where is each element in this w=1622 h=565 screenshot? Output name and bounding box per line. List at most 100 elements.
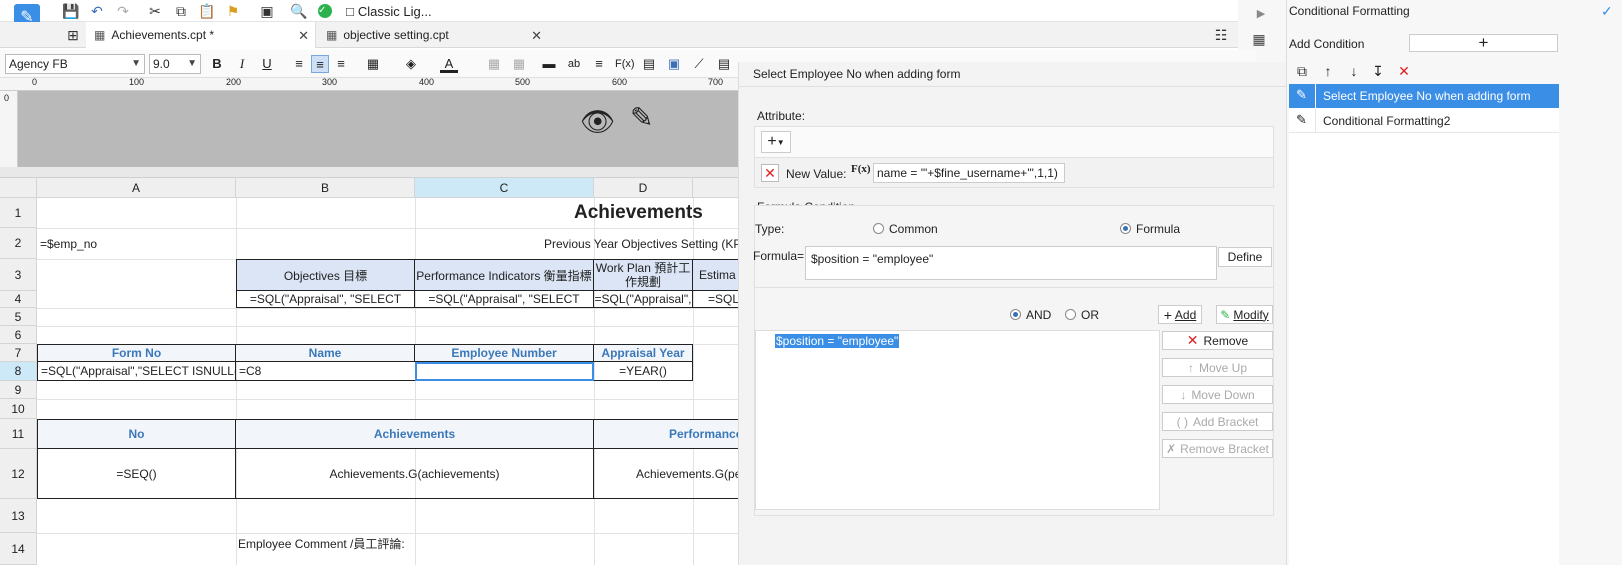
row-header[interactable]: 13 xyxy=(0,499,37,533)
add-bracket-button[interactable]: ( ) Add Bracket xyxy=(1162,412,1273,431)
insert-column-icon[interactable]: ▬ xyxy=(540,55,558,73)
add-condition-button[interactable]: + Add xyxy=(1158,305,1202,324)
remove-condition-button[interactable]: ✕ Remove xyxy=(1162,331,1273,350)
report-title-cell[interactable]: Achievements xyxy=(574,198,760,228)
cell-c3[interactable]: Performance Indicators 衡量指標 xyxy=(415,259,594,291)
cell-b8[interactable]: =C8 xyxy=(236,362,415,381)
condition-item[interactable]: $position = "employee" xyxy=(775,334,900,348)
add-condition-select[interactable]: + xyxy=(1409,33,1558,52)
cell-a11[interactable]: No xyxy=(37,419,236,449)
cell-a8[interactable]: =SQL("Appraisal","SELECT ISNULL( xyxy=(37,362,236,381)
row-header[interactable]: 7 xyxy=(0,344,37,362)
cell-c2[interactable]: Previous Year Objectives Setting (KP xyxy=(544,228,760,259)
classic-theme-button[interactable]: □ Classic Lig... xyxy=(346,3,432,19)
formula-input[interactable]: $position = "employee" xyxy=(805,246,1217,280)
edit-pencil-icon[interactable]: ✎ xyxy=(630,101,653,134)
cell-d12[interactable]: Achievements.G(pe xyxy=(594,449,760,499)
cell-b3[interactable]: Objectives 目標 xyxy=(236,259,415,291)
row-header[interactable]: 6 xyxy=(0,326,37,344)
cell-b12[interactable]: Achievements.G(achievements) xyxy=(236,449,594,499)
preview-icon[interactable]: 🔍 xyxy=(290,2,308,20)
cell-d8[interactable]: =YEAR() xyxy=(594,362,693,381)
and-radio[interactable] xyxy=(1010,309,1021,320)
cell-a7[interactable]: Form No xyxy=(37,344,236,362)
bold-button[interactable]: B xyxy=(208,55,226,73)
cell-c4[interactable]: =SQL("Appraisal", "SELECT xyxy=(415,291,594,308)
row-header[interactable]: 10 xyxy=(0,399,37,419)
close-icon[interactable]: ✕ xyxy=(531,28,542,44)
define-button[interactable]: Define xyxy=(1218,247,1272,267)
insert-formula-icon[interactable]: F(x) xyxy=(615,55,635,73)
cell-d4[interactable]: =SQL("Appraisal", xyxy=(594,291,693,308)
tab-achievements[interactable]: ▦ Achievements.cpt * ✕ xyxy=(86,22,316,48)
expand-right-icon[interactable]: ▶ xyxy=(1252,4,1270,22)
new-value-input[interactable]: name = '"+$fine_username+"',1,1) xyxy=(873,163,1065,183)
cell-a2[interactable]: =$emp_no xyxy=(40,228,236,259)
move-down-button[interactable]: ↓ Move Down xyxy=(1162,385,1273,404)
confirm-check-icon[interactable]: ✓ xyxy=(1601,3,1613,20)
merge-cells-icon[interactable]: ▦ xyxy=(485,55,503,73)
align-right-icon[interactable]: ≡ xyxy=(332,55,350,73)
modify-condition-button[interactable]: ✎ Modify xyxy=(1216,305,1273,324)
condition-list[interactable]: $position = "employee" xyxy=(755,330,1160,510)
font-family-select[interactable]: Agency FB ▼ xyxy=(5,54,145,74)
format-painter-icon[interactable]: ⚑ xyxy=(224,2,242,20)
type-common-radio[interactable] xyxy=(873,223,884,234)
row-header[interactable]: 2 xyxy=(0,228,37,259)
row-header[interactable]: 5 xyxy=(0,308,37,326)
insert-image-icon[interactable]: ▣ xyxy=(665,55,683,73)
cf-list-item[interactable]: ✎ Select Employee No when adding form xyxy=(1289,84,1559,108)
column-header-c[interactable]: C xyxy=(415,178,594,198)
cut-icon[interactable]: ✂ xyxy=(146,2,164,20)
select-all-corner[interactable] xyxy=(0,178,37,198)
row-header[interactable]: 8 xyxy=(0,362,37,381)
insert-rich-text-icon[interactable]: ≡ xyxy=(590,55,608,73)
tab-objective-setting[interactable]: ▦ objective setting.cpt ✕ xyxy=(318,22,548,48)
row-header[interactable]: 11 xyxy=(0,419,37,449)
arrow-down-icon[interactable]: ↓ xyxy=(1345,62,1363,80)
underline-button[interactable]: U xyxy=(258,55,276,73)
move-bottom-icon[interactable]: ↧ xyxy=(1369,62,1387,80)
add-attribute-button[interactable]: + ▼ xyxy=(761,131,791,153)
insert-text-icon[interactable]: ab xyxy=(565,55,583,73)
arrow-up-icon[interactable]: ↑ xyxy=(1319,62,1337,80)
border-icon[interactable]: ▦ xyxy=(364,55,382,73)
insert-slash-icon[interactable]: ⟋ xyxy=(690,55,708,73)
template-icon[interactable]: ▣ xyxy=(258,2,276,20)
row-header[interactable]: 1 xyxy=(0,198,37,228)
cell-c7[interactable]: Employee Number xyxy=(415,344,594,362)
fill-color-icon[interactable]: ◈ xyxy=(402,55,420,73)
undo-icon[interactable]: ↶ xyxy=(88,2,106,20)
cell-b14[interactable]: Employee Comment /員工評論: xyxy=(238,533,598,553)
move-up-button[interactable]: ↑ Move Up xyxy=(1162,358,1273,377)
cell-d11[interactable]: Performance xyxy=(594,419,760,449)
check-icon[interactable]: ✓ xyxy=(316,2,334,20)
cell-b11[interactable]: Achievements xyxy=(236,419,594,449)
cell-b7[interactable]: Name xyxy=(236,344,415,362)
redo-icon[interactable]: ↷ xyxy=(114,2,132,20)
insert-chart-icon[interactable]: ▤ xyxy=(640,55,658,73)
cell-c8-selected[interactable] xyxy=(415,362,594,381)
cell-b4[interactable]: =SQL("Appraisal", "SELECT xyxy=(236,291,415,308)
save-icon[interactable]: 💾 xyxy=(62,2,80,20)
close-icon[interactable]: ✕ xyxy=(298,28,309,44)
column-header-d[interactable]: D xyxy=(594,178,693,198)
font-size-select[interactable]: 9.0 ▼ xyxy=(149,54,201,74)
remove-bracket-button[interactable]: ✗ Remove Bracket xyxy=(1162,439,1273,458)
formula-fx-icon[interactable]: F(x) xyxy=(851,163,871,175)
delete-icon[interactable]: ✕ xyxy=(1395,62,1413,80)
italic-button[interactable]: I xyxy=(233,55,251,73)
font-color-icon[interactable]: A xyxy=(440,55,458,73)
column-header-a[interactable]: A xyxy=(37,178,236,198)
align-left-icon[interactable]: ≡ xyxy=(290,55,308,73)
copy-icon[interactable]: ⧉ xyxy=(1293,62,1311,80)
copy-icon[interactable]: ⧉ xyxy=(172,2,190,20)
row-header[interactable]: 3 xyxy=(0,259,37,291)
delete-attribute-icon[interactable]: ✕ xyxy=(761,164,779,182)
tab-menu-icon[interactable]: ☷ xyxy=(1212,26,1230,44)
new-tab-icon[interactable]: ⊞ xyxy=(64,26,82,44)
align-center-icon[interactable]: ≡ xyxy=(311,55,329,73)
hide-eye-icon[interactable]: 👁 xyxy=(580,105,616,138)
cell-attribute-icon[interactable]: ▦ xyxy=(1250,30,1268,48)
type-formula-radio[interactable] xyxy=(1120,223,1131,234)
